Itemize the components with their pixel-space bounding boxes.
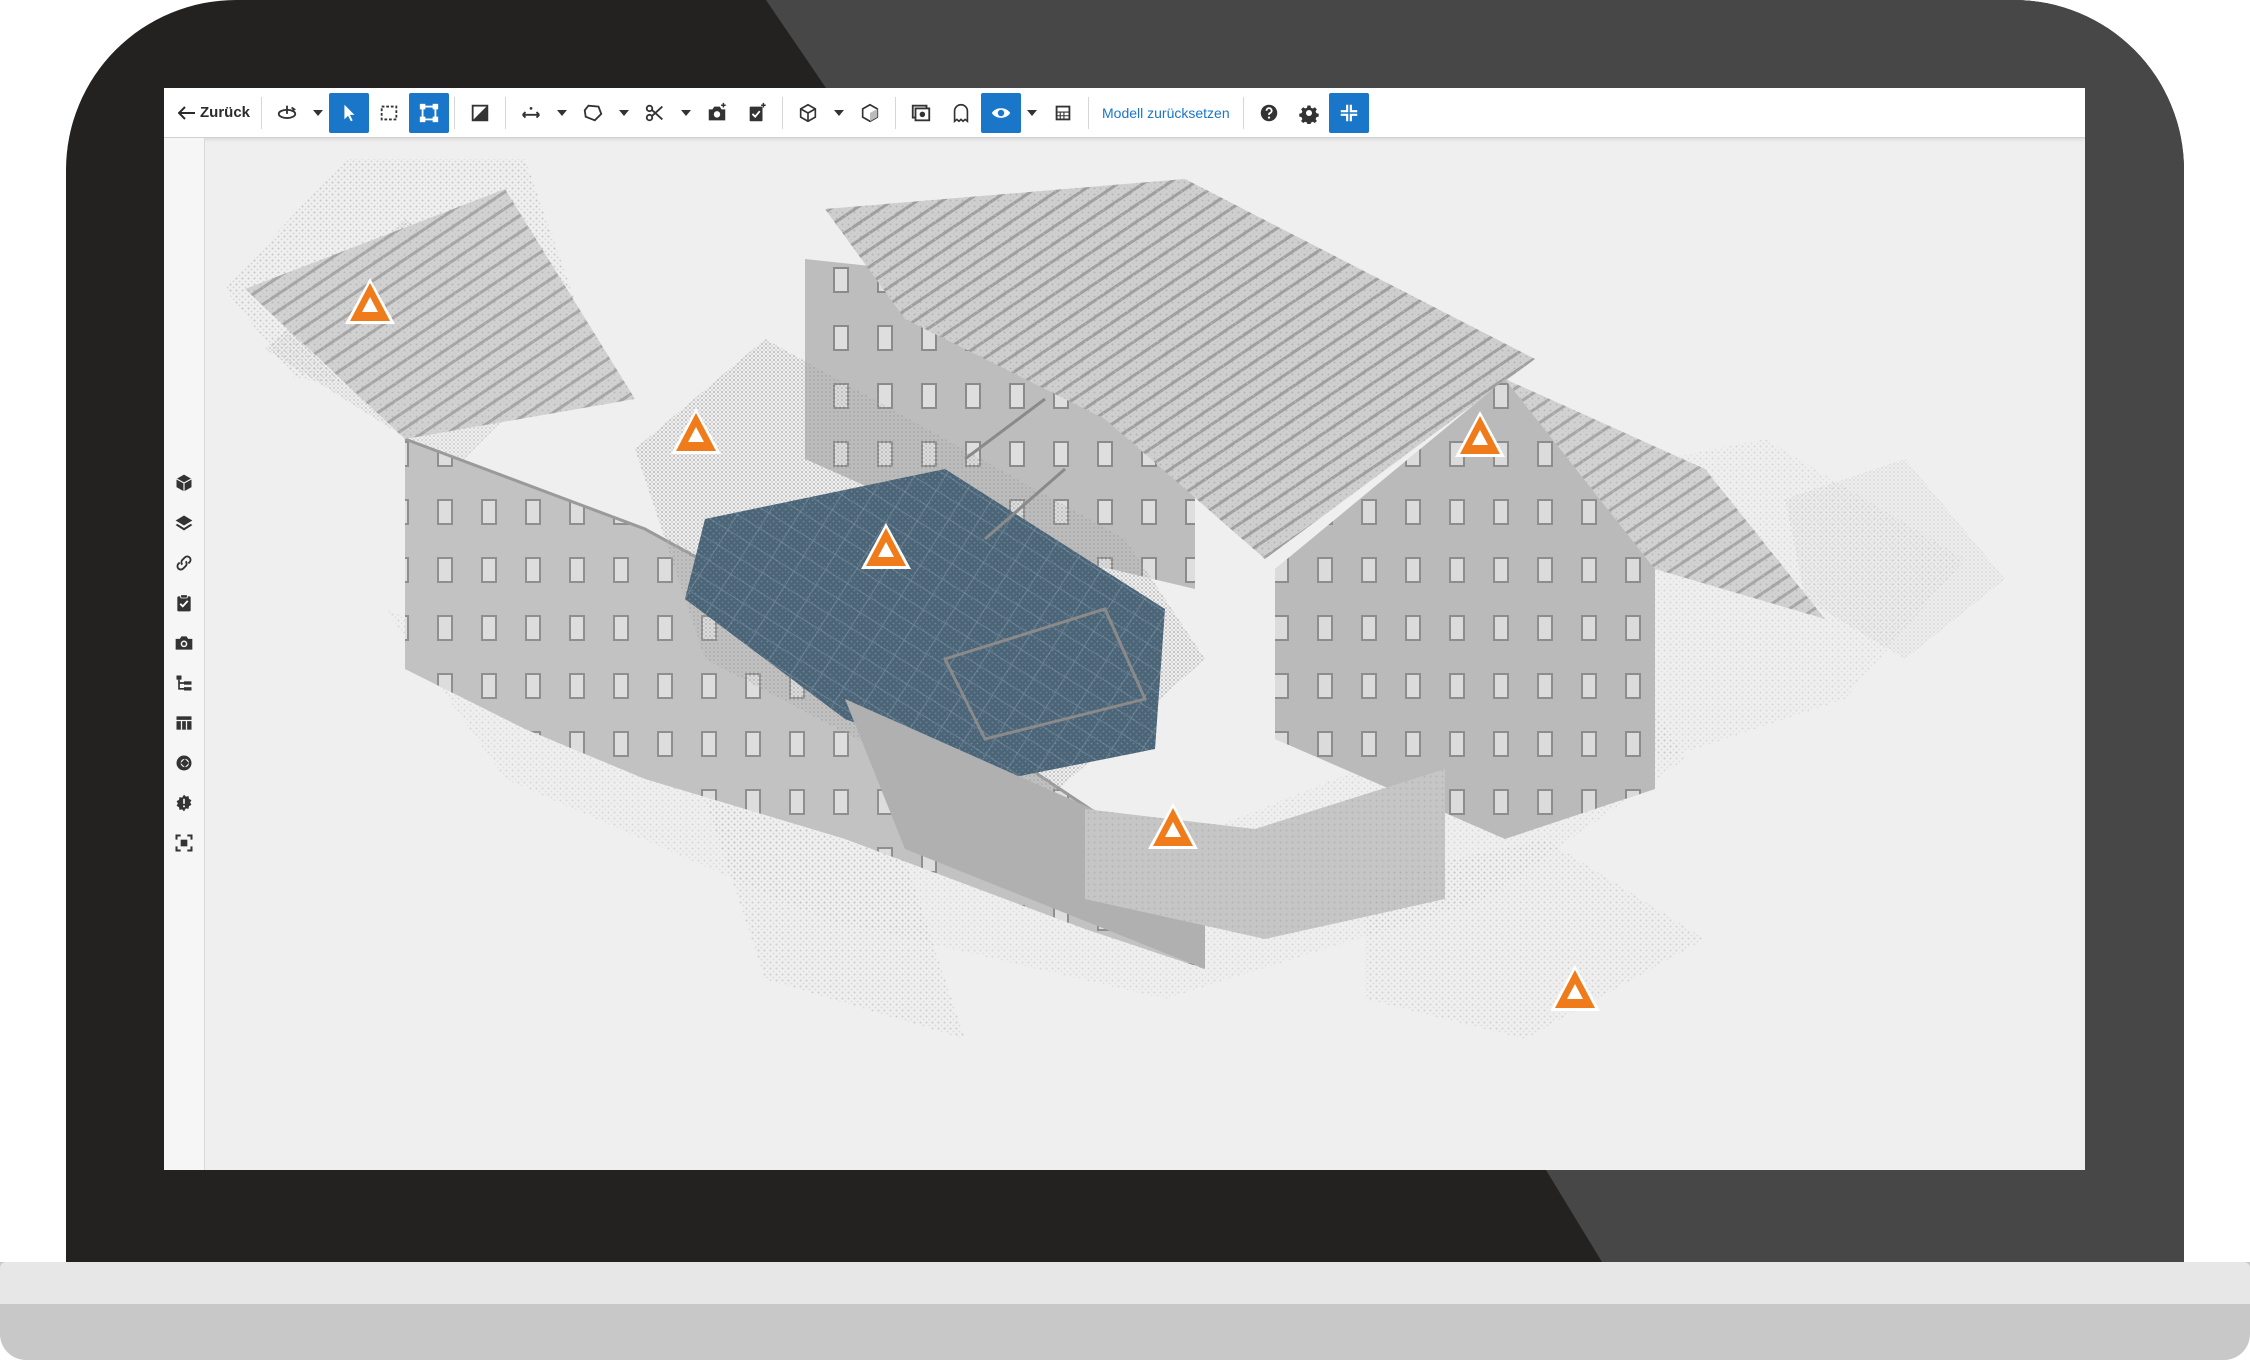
ghost-button[interactable] [941, 93, 981, 133]
measure-dropdown[interactable] [551, 93, 573, 133]
select-button[interactable] [329, 92, 370, 133]
toolbar-divider [1242, 96, 1244, 129]
toolbar: Zurück Modell zurücksetzen [164, 88, 2085, 138]
polygon-button[interactable] [573, 93, 613, 133]
caret-down-icon [1027, 109, 1038, 116]
layers-icon [175, 515, 193, 531]
side-globe-button[interactable] [168, 743, 200, 783]
side-cube-button[interactable] [168, 463, 200, 503]
table-icon [176, 716, 192, 730]
clipboard-check-icon [177, 594, 191, 612]
caret-down-icon [313, 109, 324, 116]
polygon-dropdown[interactable] [613, 93, 635, 133]
back-button[interactable]: Zurück [172, 93, 256, 133]
orbit-dropdown[interactable] [307, 93, 329, 133]
orbit-icon [277, 105, 297, 119]
cube-icon [176, 474, 192, 492]
compress-icon [1340, 104, 1357, 121]
settings-button[interactable] [1289, 93, 1329, 133]
gallery-button[interactable] [901, 93, 941, 133]
link-icon [176, 555, 192, 571]
cube-outline-icon [799, 103, 817, 122]
add-photo-button[interactable] [697, 93, 737, 133]
side-layers-button[interactable] [168, 503, 200, 543]
clip-button[interactable] [635, 93, 675, 133]
caret-down-icon [834, 109, 845, 116]
object-dropdown[interactable] [828, 93, 850, 133]
side-tasks-button[interactable] [168, 583, 200, 623]
reset-model-button[interactable]: Modell zurücksetzen [1094, 105, 1238, 121]
scissors-icon [645, 104, 663, 121]
visibility-dropdown[interactable] [1021, 93, 1043, 133]
add-task-button[interactable] [737, 93, 777, 133]
help-button[interactable] [1249, 93, 1289, 133]
back-label: Zurück [200, 104, 251, 121]
clip-dropdown[interactable] [675, 93, 697, 133]
transform-button[interactable] [409, 92, 450, 133]
side-focus-button[interactable] [168, 823, 200, 863]
side-tree-button[interactable] [168, 663, 200, 703]
laptop-base-top [0, 1262, 2250, 1304]
arrow-left-icon [178, 105, 195, 120]
help-icon [1260, 104, 1277, 121]
selection-rectangle-icon [380, 105, 398, 120]
globe-icon [176, 755, 192, 771]
point-cloud-scene[interactable] [205, 139, 2085, 1170]
toolbar-divider [505, 96, 507, 129]
toolbar-divider [895, 96, 897, 129]
side-link-button[interactable] [168, 543, 200, 583]
tree-icon [176, 675, 192, 691]
app-screen: Zurück Modell zurücksetzen [164, 88, 2085, 1170]
side-panel-icons [164, 463, 204, 863]
box-select-button[interactable] [369, 93, 409, 133]
camera-icon [175, 636, 193, 650]
contrast-icon [471, 104, 489, 121]
ghost-icon [953, 103, 969, 123]
gear-icon [1298, 104, 1319, 124]
caret-down-icon [619, 109, 630, 116]
images-icon [911, 104, 931, 121]
caret-down-icon [557, 109, 568, 116]
focus-icon [175, 834, 193, 852]
toolbar-divider [261, 96, 263, 129]
eye-icon [991, 107, 1011, 118]
side-badge-button[interactable] [168, 783, 200, 823]
orbit-button[interactable] [267, 93, 307, 133]
toolbar-divider [1088, 96, 1090, 129]
polygon-icon [583, 104, 603, 121]
texture-button[interactable] [1043, 93, 1083, 133]
visibility-button[interactable] [981, 92, 1022, 133]
object-button[interactable] [788, 93, 828, 133]
side-photos-button[interactable] [168, 623, 200, 663]
texture-icon [1055, 105, 1071, 120]
box-icon [861, 103, 879, 122]
bounding-box-icon [419, 103, 439, 122]
contrast-button[interactable] [460, 93, 500, 133]
point-cloud-viewport[interactable] [205, 139, 2085, 1170]
side-panel-rail [164, 138, 205, 1170]
caret-down-icon [681, 109, 692, 116]
measure-icon [522, 106, 540, 118]
badge-icon [176, 794, 192, 812]
camera-plus-icon [708, 102, 726, 120]
toolbar-divider [782, 96, 784, 129]
clipboard-plus-icon [749, 102, 766, 121]
collapse-button[interactable] [1328, 92, 1369, 133]
toolbar-divider [454, 96, 456, 129]
cursor-icon [344, 104, 355, 121]
measure-button[interactable] [511, 93, 551, 133]
side-table-button[interactable] [168, 703, 200, 743]
section-box-button[interactable] [850, 93, 890, 133]
